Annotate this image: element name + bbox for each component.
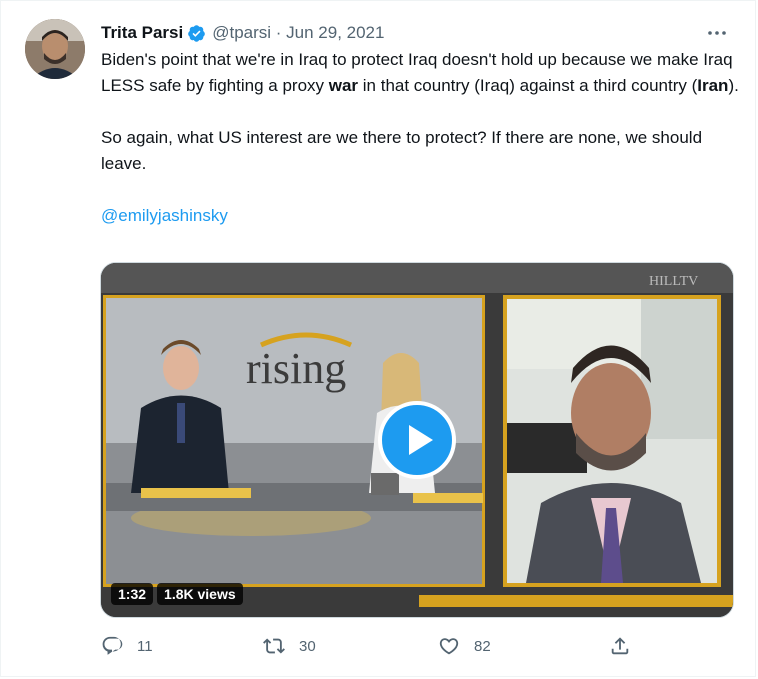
bold-word: war [328, 76, 359, 95]
tweet-paragraph-1: Biden's point that we're in Iraq to prot… [101, 47, 741, 99]
hilltv-watermark: HILLTV [649, 274, 698, 289]
retweet-icon [263, 638, 285, 654]
view-count: 1.8K views [157, 583, 243, 605]
reply-icon [102, 636, 123, 655]
tweet-card[interactable]: Trita Parsi @tparsi · Jun 29, 2021 Biden… [0, 0, 756, 677]
tweet-header: Trita Parsi @tparsi · Jun 29, 2021 [101, 21, 384, 45]
play-button[interactable] [378, 401, 456, 479]
tweet-paragraph-2: So again, what US interest are we there … [101, 128, 703, 173]
handle-and-date[interactable]: @tparsi · Jun 29, 2021 [212, 23, 384, 43]
retweet-button[interactable]: 30 [263, 631, 316, 661]
video-duration: 1:32 [111, 583, 154, 605]
heart-icon [439, 638, 459, 655]
like-count: 82 [474, 637, 491, 655]
like-button[interactable]: 82 [438, 631, 491, 661]
share-button[interactable] [609, 631, 631, 661]
more-options-icon[interactable] [705, 23, 729, 43]
verified-badge-icon [188, 24, 206, 42]
mention-link[interactable]: @emilyjashinsky [101, 206, 228, 225]
video-info-badges: 1:32 1.8K views [111, 583, 243, 605]
author-name[interactable]: Trita Parsi [101, 23, 183, 43]
avatar-image [25, 19, 85, 79]
retweet-count: 30 [299, 637, 316, 655]
avatar[interactable] [25, 19, 85, 79]
play-icon [409, 425, 433, 455]
tweet-text: Biden's point that we're in Iraq to prot… [101, 47, 741, 229]
show-logo: rising [246, 344, 346, 393]
reply-count: 11 [137, 637, 153, 655]
text-run: ). [728, 76, 739, 95]
share-icon [611, 637, 629, 655]
tweet-actions: 11 30 82 [101, 631, 641, 661]
text-run: in that country (Iraq) against a third c… [358, 76, 698, 95]
bold-word: Iran [697, 76, 729, 95]
reply-button[interactable]: 11 [101, 631, 153, 661]
video-player[interactable]: rising HILLTV 1:32 1.8K views [100, 262, 734, 618]
